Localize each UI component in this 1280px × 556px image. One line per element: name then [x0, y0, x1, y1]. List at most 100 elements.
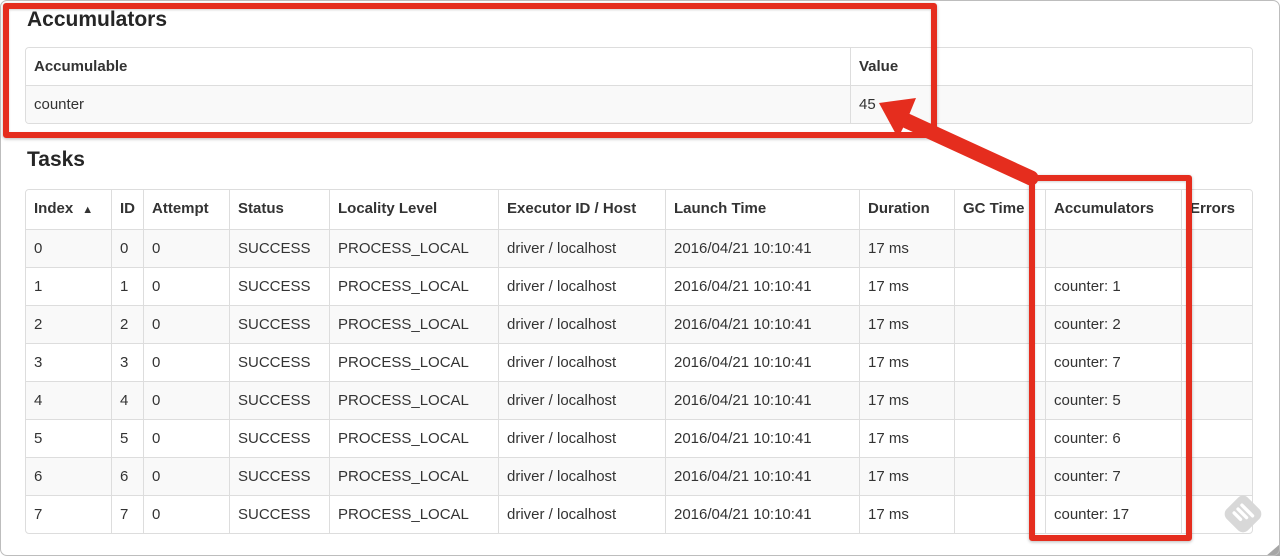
cell-status: SUCCESS: [229, 419, 329, 457]
cell-duration: 17 ms: [859, 419, 954, 457]
cell-id: 6: [111, 457, 143, 495]
column-header-index[interactable]: Index ▲: [26, 190, 111, 229]
cell-errors: [1181, 457, 1252, 495]
column-header-attempt[interactable]: Attempt: [143, 190, 229, 229]
column-label: Index: [34, 200, 74, 217]
column-header-id[interactable]: ID: [111, 190, 143, 229]
column-label: Accumulators: [1054, 200, 1155, 217]
cell-index: 3: [26, 343, 111, 381]
cell-gc-time: [954, 457, 1045, 495]
column-header-status[interactable]: Status: [229, 190, 329, 229]
table-row: 3 3 0 SUCCESS PROCESS_LOCAL driver / localhos…: [26, 343, 1252, 381]
cell-gc-time: [954, 305, 1045, 343]
cell-gc-time: [954, 229, 1045, 267]
cell-attempt: 0: [143, 229, 229, 267]
cell-errors: [1181, 267, 1252, 305]
cell-locality-level: PROCESS_LOCAL: [329, 343, 498, 381]
cell-duration: 17 ms: [859, 457, 954, 495]
column-header-launch-time[interactable]: Launch Time: [665, 190, 859, 229]
cell-errors: [1181, 419, 1252, 457]
column-label: Attempt: [152, 200, 209, 217]
cell-executor-id-host: driver / localhost: [498, 419, 665, 457]
cell-locality-level: PROCESS_LOCAL: [329, 457, 498, 495]
tasks-table: Index ▲ ID Attempt Status Locality Level Execu…: [25, 189, 1253, 534]
table-row: 7 7 0 SUCCESS PROCESS_LOCAL driver / localhos…: [26, 495, 1252, 533]
table-row: 1 1 0 SUCCESS PROCESS_LOCAL driver / localhos…: [26, 267, 1252, 305]
cell-id: 4: [111, 381, 143, 419]
column-header-accumulable[interactable]: Accumulable: [26, 48, 850, 85]
cell-index: 1: [26, 267, 111, 305]
cell-executor-id-host: driver / localhost: [498, 381, 665, 419]
header-row: Index ▲ ID Attempt Status Locality Level Execu…: [26, 190, 1252, 229]
column-label: Duration: [868, 200, 930, 217]
cell-duration: 17 ms: [859, 343, 954, 381]
cell-errors: [1181, 343, 1252, 381]
cell-id: 3: [111, 343, 143, 381]
cell-errors: [1181, 305, 1252, 343]
cell-accumulators: [1045, 229, 1181, 267]
table-row: 5 5 0 SUCCESS PROCESS_LOCAL driver / localhos…: [26, 419, 1252, 457]
cell-gc-time: [954, 381, 1045, 419]
cell-duration: 17 ms: [859, 229, 954, 267]
column-header-accumulators[interactable]: Accumulators: [1045, 190, 1181, 229]
cell-index: 7: [26, 495, 111, 533]
cell-status: SUCCESS: [229, 381, 329, 419]
cell-index: 2: [26, 305, 111, 343]
column-label: Locality Level: [338, 200, 438, 217]
column-header-executor-id-host[interactable]: Executor ID / Host: [498, 190, 665, 229]
tasks-section-heading: Tasks: [27, 148, 85, 171]
cell-accumulators: counter: 1: [1045, 267, 1181, 305]
cell-launch-time: 2016/04/21 10:10:41: [665, 305, 859, 343]
cell-launch-time: 2016/04/21 10:10:41: [665, 267, 859, 305]
cell-executor-id-host: driver / localhost: [498, 343, 665, 381]
cell-launch-time: 2016/04/21 10:10:41: [665, 457, 859, 495]
cell-executor-id-host: driver / localhost: [498, 267, 665, 305]
cell-status: SUCCESS: [229, 305, 329, 343]
cell-locality-level: PROCESS_LOCAL: [329, 495, 498, 533]
cell-executor-id-host: driver / localhost: [498, 305, 665, 343]
cell-id: 1: [111, 267, 143, 305]
corner-curl-mark: [1266, 544, 1280, 556]
accumulators-section-heading: Accumulators: [27, 8, 168, 31]
cell-launch-time: 2016/04/21 10:10:41: [665, 381, 859, 419]
cell-attempt: 0: [143, 267, 229, 305]
cell-index: 6: [26, 457, 111, 495]
cell-status: SUCCESS: [229, 495, 329, 533]
column-label: Errors: [1190, 200, 1236, 217]
cell-duration: 17 ms: [859, 495, 954, 533]
cell-executor-id-host: driver / localhost: [498, 457, 665, 495]
column-label: Accumulable: [34, 58, 128, 75]
cell-duration: 17 ms: [859, 267, 954, 305]
table-row: 4 4 0 SUCCESS PROCESS_LOCAL driver / localhos…: [26, 381, 1252, 419]
cell-errors: [1181, 229, 1252, 267]
column-header-duration[interactable]: Duration: [859, 190, 954, 229]
cell-gc-time: [954, 495, 1045, 533]
table-row: 6 6 0 SUCCESS PROCESS_LOCAL driver / localhos…: [26, 457, 1252, 495]
cell-attempt: 0: [143, 305, 229, 343]
cell-launch-time: 2016/04/21 10:10:41: [665, 229, 859, 267]
column-header-locality-level[interactable]: Locality Level: [329, 190, 498, 229]
cell-status: SUCCESS: [229, 457, 329, 495]
cell-id: 5: [111, 419, 143, 457]
cell-attempt: 0: [143, 381, 229, 419]
cell-attempt: 0: [143, 343, 229, 381]
cell-accumulable: counter: [26, 85, 850, 123]
accumulable-table: Accumulable Value counter 45: [25, 47, 1253, 124]
cell-gc-time: [954, 343, 1045, 381]
cell-executor-id-host: driver / localhost: [498, 229, 665, 267]
header-row: Accumulable Value: [26, 48, 1252, 85]
cell-accumulators: counter: 2: [1045, 305, 1181, 343]
cell-gc-time: [954, 419, 1045, 457]
cell-launch-time: 2016/04/21 10:10:41: [665, 495, 859, 533]
column-header-gc-time[interactable]: GC Time: [954, 190, 1045, 229]
table-row: 0 0 0 SUCCESS PROCESS_LOCAL driver / localhos…: [26, 229, 1252, 267]
column-label: Executor ID / Host: [507, 200, 637, 217]
column-label: Value: [859, 58, 899, 75]
column-header-errors[interactable]: Errors: [1181, 190, 1252, 229]
cell-index: 0: [26, 229, 111, 267]
column-label: GC Time: [963, 200, 1025, 217]
cell-attempt: 0: [143, 495, 229, 533]
cell-gc-time: [954, 267, 1045, 305]
cell-locality-level: PROCESS_LOCAL: [329, 419, 498, 457]
column-header-value[interactable]: Value: [850, 48, 1252, 85]
